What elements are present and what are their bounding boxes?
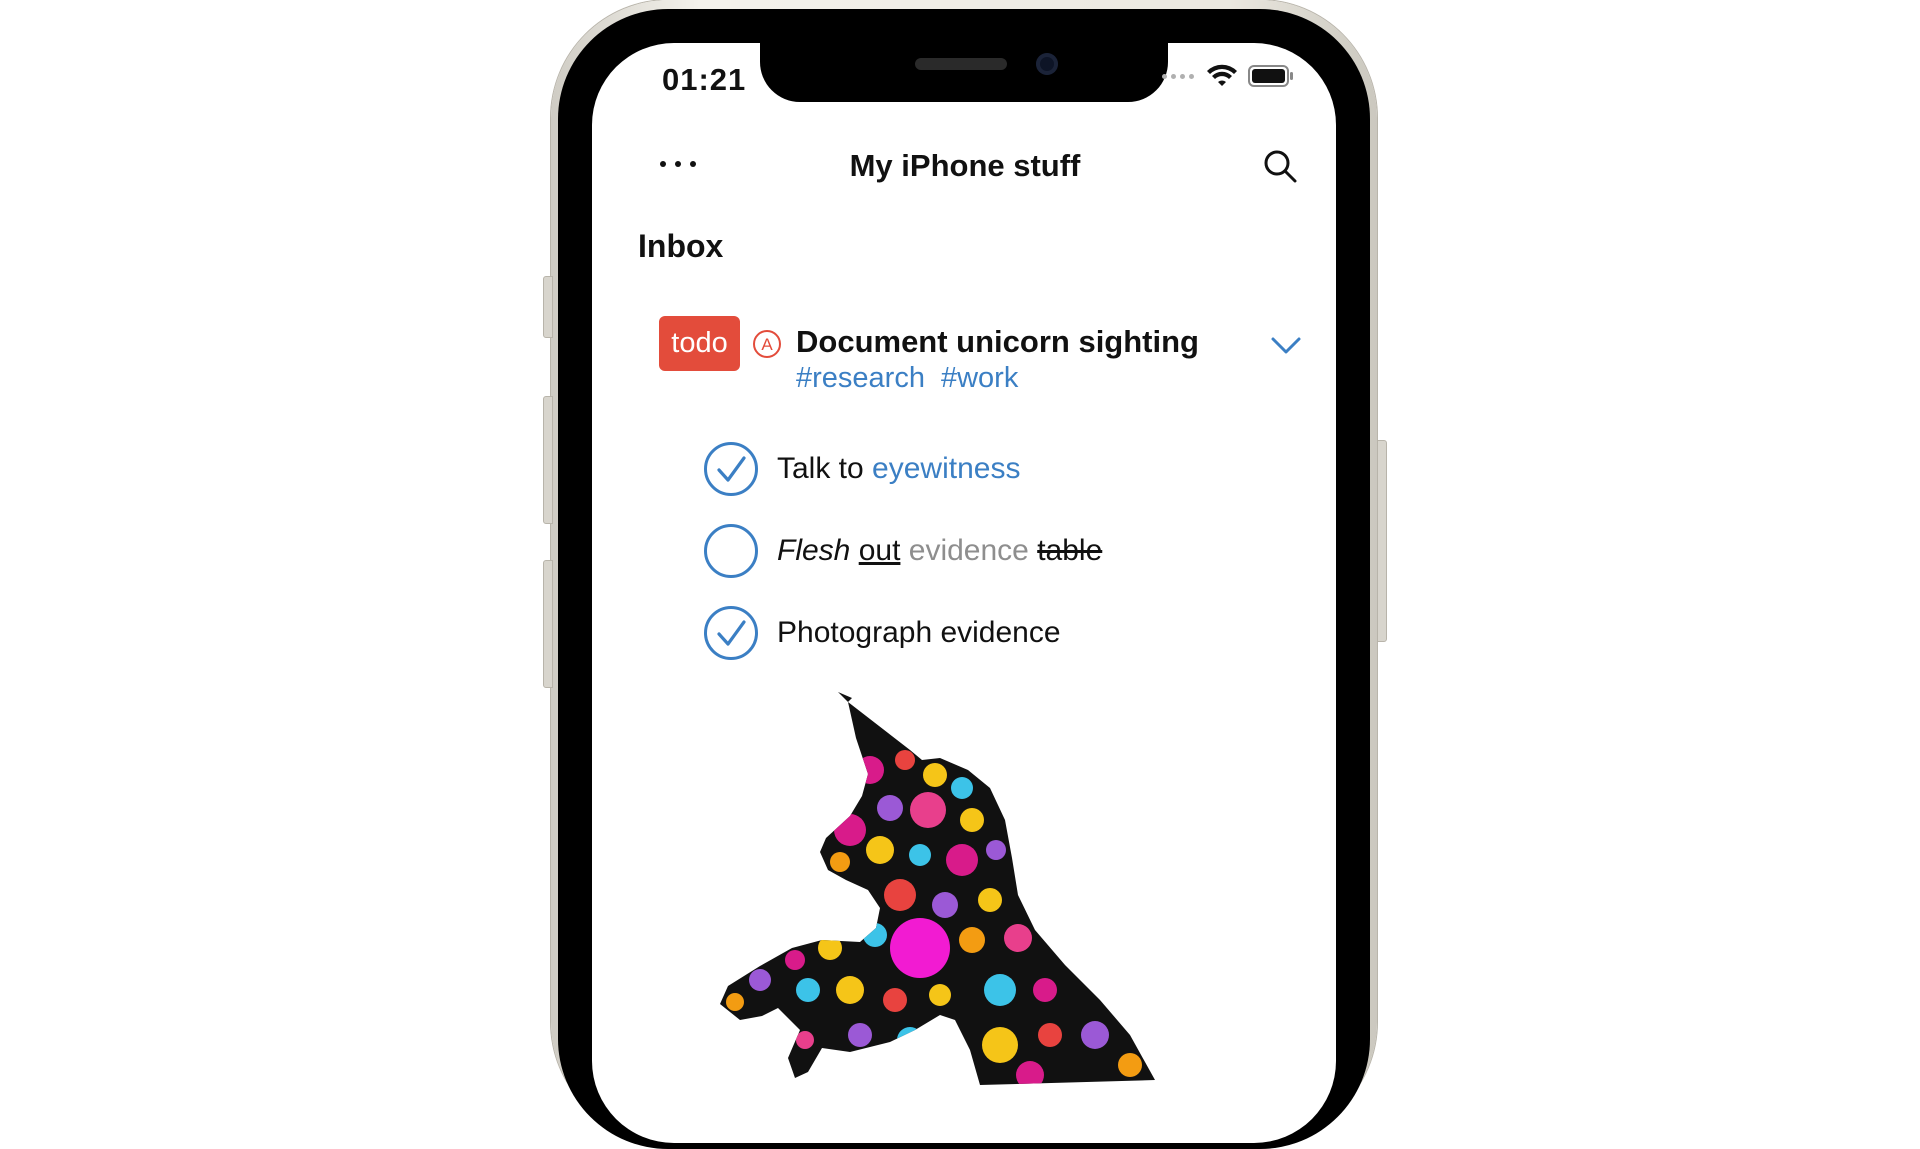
check-circle-icon[interactable] bbox=[703, 441, 759, 497]
subtask-label[interactable]: Photograph evidence bbox=[777, 616, 1061, 650]
empty-circle-icon[interactable] bbox=[703, 523, 759, 579]
subtask-text-underline: out bbox=[858, 534, 901, 567]
subtask-text-italic: Flesh bbox=[777, 534, 851, 567]
status-badge[interactable]: todo bbox=[659, 316, 740, 371]
tag-research[interactable]: #research bbox=[796, 362, 925, 395]
subtask-item: Photograph evidence bbox=[703, 605, 1061, 661]
more-button[interactable] bbox=[660, 150, 696, 178]
speaker bbox=[915, 58, 1007, 70]
wifi-icon bbox=[1207, 64, 1237, 86]
section-title: Inbox bbox=[638, 228, 724, 264]
signal-icon bbox=[1162, 73, 1194, 79]
subtask-text-strike: table bbox=[1037, 534, 1103, 567]
page-title: My iPhone stuff bbox=[849, 148, 1081, 183]
chevron-down-icon[interactable] bbox=[1270, 334, 1302, 356]
check-circle-icon[interactable] bbox=[703, 605, 759, 661]
status-indicators bbox=[1162, 64, 1294, 88]
status-time: 01:21 bbox=[662, 62, 747, 97]
subtask-text-gray: evidence bbox=[908, 534, 1029, 567]
tag-work[interactable]: #work bbox=[941, 362, 1018, 395]
unicorn-image bbox=[720, 692, 1155, 1085]
notch bbox=[760, 40, 1168, 102]
battery-icon bbox=[1248, 65, 1293, 87]
phone-side-button bbox=[543, 396, 553, 524]
search-icon[interactable] bbox=[1262, 148, 1298, 184]
subtask-label[interactable]: Talk to eyewitness bbox=[777, 452, 1020, 486]
camera bbox=[1036, 53, 1058, 75]
task-title[interactable]: Document unicorn sighting bbox=[796, 324, 1199, 360]
subtask-link[interactable]: eyewitness bbox=[872, 452, 1020, 485]
priority-icon: A bbox=[753, 330, 781, 358]
priority-label: A bbox=[761, 335, 773, 354]
task-tags: #research #work bbox=[796, 362, 1018, 395]
subtask-item: Flesh out evidence table bbox=[703, 523, 1102, 579]
phone-side-button bbox=[543, 276, 553, 338]
phone-side-button bbox=[1377, 440, 1387, 642]
subtask-item: Talk to eyewitness bbox=[703, 441, 1020, 497]
subtask-label[interactable]: Flesh out evidence table bbox=[777, 534, 1102, 568]
subtask-text: Talk to bbox=[777, 452, 873, 485]
more-icon bbox=[660, 161, 666, 167]
phone-side-button bbox=[543, 560, 553, 688]
